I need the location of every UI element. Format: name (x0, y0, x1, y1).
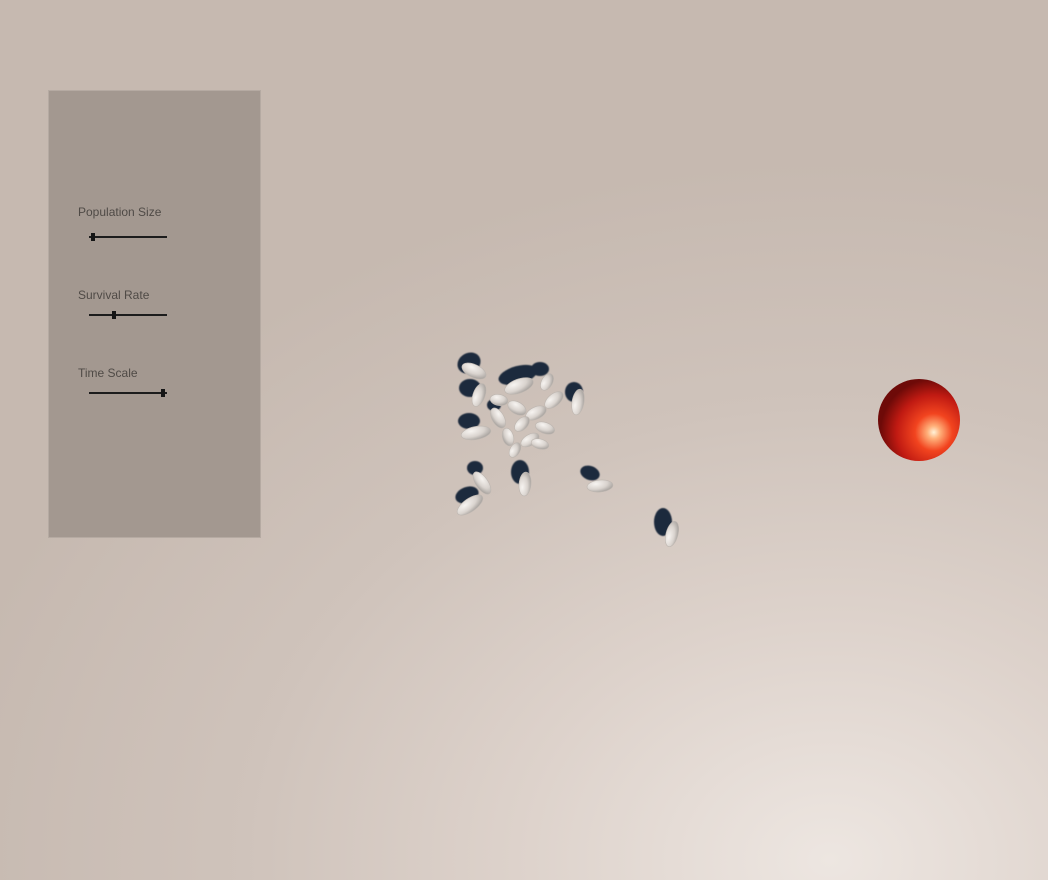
population-size-slider[interactable] (89, 231, 167, 243)
slider-track[interactable] (89, 314, 167, 316)
slider-track[interactable] (89, 236, 167, 238)
survival-rate-slider[interactable] (89, 309, 167, 321)
survival-rate-label: Survival Rate (78, 288, 150, 302)
time-scale-label: Time Scale (78, 366, 138, 380)
slider-track[interactable] (89, 392, 167, 394)
slider-thumb[interactable] (90, 233, 95, 241)
slider-thumb[interactable] (161, 389, 166, 397)
time-scale-slider[interactable] (89, 387, 167, 399)
slider-thumb[interactable] (111, 311, 116, 319)
target-ball (878, 379, 960, 461)
controls-panel: Population Size Survival Rate Time Scale (48, 90, 261, 538)
agent-swarm (455, 352, 680, 547)
population-size-label: Population Size (78, 205, 162, 219)
